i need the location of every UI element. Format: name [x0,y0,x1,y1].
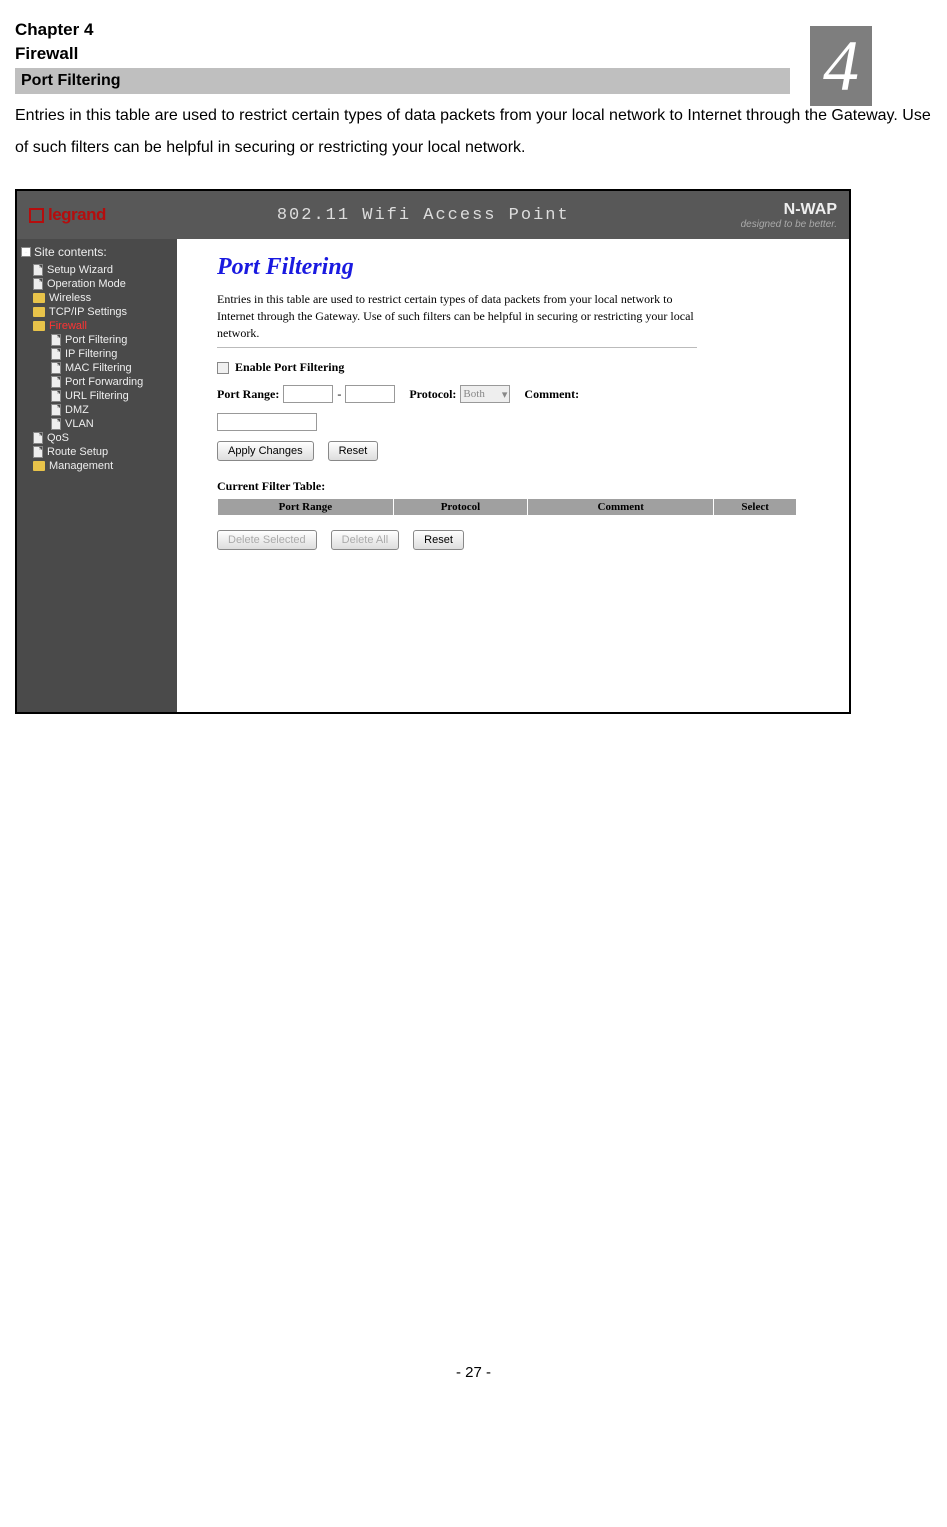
section-heading: Port Filtering [15,68,790,94]
divider [217,347,697,348]
chapter-title: Firewall [15,44,932,64]
apply-changes-button[interactable]: Apply Changes [217,441,314,461]
brand-tagline: designed to be better. [741,219,837,230]
comment-input[interactable] [217,413,317,431]
logo: legrand [29,205,106,225]
enable-row: Enable Port Filtering [217,360,809,375]
form-row: Port Range: - Protocol: Both▾ Comment: [217,385,809,403]
sidebar-heading: - Site contents: [21,245,173,259]
doc-icon [51,362,61,374]
delete-selected-button[interactable]: Delete Selected [217,530,317,550]
router-ui-screenshot: legrand 802.11 Wifi Access Point N-WAP d… [15,189,851,714]
sidebar-item-tcpip[interactable]: TCP/IP Settings [21,305,173,319]
doc-icon [51,404,61,416]
protocol-select[interactable]: Both▾ [460,385,510,403]
col-protocol: Protocol [393,499,527,516]
section-description: Entries in this table are used to restri… [15,100,932,164]
sidebar-item-operation-mode[interactable]: Operation Mode [21,277,173,291]
main-panel: Port Filtering Entries in this table are… [177,239,849,712]
folder-icon [33,293,45,303]
sidebar-item-setup-wizard[interactable]: Setup Wizard [21,263,173,277]
doc-icon [51,348,61,360]
col-select: Select [714,499,797,516]
sidebar-item-vlan[interactable]: VLAN [21,417,173,431]
sidebar-item-qos[interactable]: QoS [21,431,173,445]
doc-icon [33,432,43,444]
sidebar-item-wireless[interactable]: Wireless [21,291,173,305]
chevron-down-icon: ▾ [502,388,508,401]
filter-table: Port Range Protocol Comment Select [217,498,797,516]
port-range-end-input[interactable] [345,385,395,403]
header-title: 802.11 Wifi Access Point [277,206,570,225]
doc-icon [33,278,43,290]
sidebar-item-port-forwarding[interactable]: Port Forwarding [21,375,173,389]
sidebar-item-dmz[interactable]: DMZ [21,403,173,417]
brand-name: N-WAP [741,201,837,219]
port-range-label: Port Range: [217,387,279,402]
sidebar-item-firewall[interactable]: Firewall [21,319,173,333]
filter-table-title: Current Filter Table: [217,479,809,494]
protocol-label: Protocol: [409,387,456,402]
enable-checkbox[interactable] [217,362,229,374]
chapter-label: Chapter 4 [15,20,932,40]
sidebar-item-ip-filtering[interactable]: IP Filtering [21,347,173,361]
delete-all-button[interactable]: Delete All [331,530,399,550]
port-range-start-input[interactable] [283,385,333,403]
top-bar: legrand 802.11 Wifi Access Point N-WAP d… [17,191,849,239]
sidebar-item-url-filtering[interactable]: URL Filtering [21,389,173,403]
page-number: - 27 - [15,1364,932,1381]
doc-icon [51,418,61,430]
sidebar-item-port-filtering[interactable]: Port Filtering [21,333,173,347]
sidebar: - Site contents: Setup Wizard Operation … [17,239,177,712]
doc-icon [33,446,43,458]
logo-text: legrand [48,205,106,225]
nav-tree: Setup Wizard Operation Mode Wireless TCP… [21,263,173,473]
col-port-range: Port Range [218,499,394,516]
page-description: Entries in this table are used to restri… [217,291,697,341]
document-header: Chapter 4 Firewall Port Filtering 4 [15,20,932,94]
brand-area: N-WAP designed to be better. [741,201,837,230]
doc-icon [33,264,43,276]
page-title: Port Filtering [217,254,809,281]
sidebar-item-mac-filtering[interactable]: MAC Filtering [21,361,173,375]
enable-label: Enable Port Filtering [235,360,344,375]
folder-icon [33,461,45,471]
reset-table-button[interactable]: Reset [413,530,464,550]
folder-icon [33,321,45,331]
col-comment: Comment [528,499,714,516]
reset-button[interactable]: Reset [328,441,379,461]
doc-icon [51,334,61,346]
logo-icon [29,208,44,223]
chapter-number-badge: 4 [810,26,872,106]
collapse-icon[interactable]: - [21,247,31,257]
comment-label: Comment: [524,387,579,402]
doc-icon [51,390,61,402]
doc-icon [51,376,61,388]
sidebar-item-management[interactable]: Management [21,459,173,473]
sidebar-item-route-setup[interactable]: Route Setup [21,445,173,459]
folder-icon [33,307,45,317]
